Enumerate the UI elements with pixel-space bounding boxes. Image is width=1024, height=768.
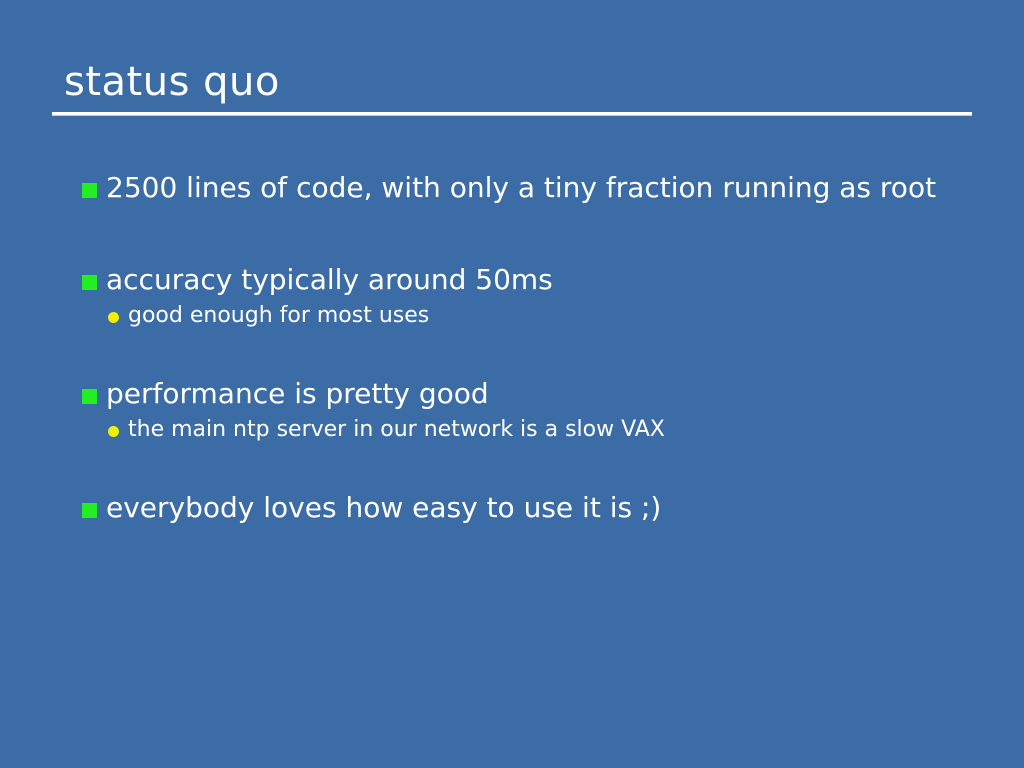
- sub-bullet-text: good enough for most uses: [128, 303, 430, 328]
- sub-bullet-item: the main ntp server in our network is a …: [106, 414, 960, 446]
- bullet-list: 2500 lines of code, with only a tiny fra…: [80, 168, 960, 528]
- sub-bullet-item: good enough for most uses: [106, 300, 960, 332]
- bullet-item: 2500 lines of code, with only a tiny fra…: [80, 168, 960, 208]
- yellow-dot-bullet-icon: [108, 312, 119, 323]
- green-square-bullet-icon: [82, 389, 97, 404]
- green-square-bullet-icon: [82, 183, 97, 198]
- bullet-item: everybody loves how easy to use it is ;): [80, 488, 960, 528]
- green-square-bullet-icon: [82, 503, 97, 518]
- title-divider: [52, 112, 972, 116]
- bullet-text: accuracy typically around 50ms: [106, 263, 553, 296]
- yellow-dot-bullet-icon: [108, 426, 119, 437]
- slide: status quo 2500 lines of code, with only…: [0, 0, 1024, 768]
- slide-title: status quo: [64, 59, 280, 105]
- sub-bullet-text: the main ntp server in our network is a …: [128, 417, 665, 442]
- bullet-item: performance is pretty good: [80, 374, 960, 414]
- green-square-bullet-icon: [82, 275, 97, 290]
- bullet-text: 2500 lines of code, with only a tiny fra…: [106, 171, 937, 204]
- bullet-item: accuracy typically around 50ms: [80, 260, 960, 300]
- bullet-text: performance is pretty good: [106, 377, 489, 410]
- bullet-text: everybody loves how easy to use it is ;): [106, 491, 662, 524]
